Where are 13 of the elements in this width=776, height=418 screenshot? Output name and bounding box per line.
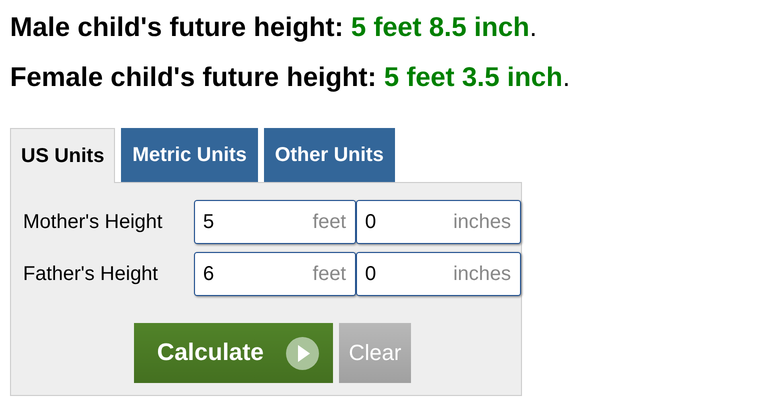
play-icon <box>286 336 319 370</box>
unit-label: inches <box>453 211 511 234</box>
result-line: Male child's future height: 5 feet 8.5 inch. <box>10 11 538 44</box>
calculate-button[interactable]: Calculate <box>134 323 333 383</box>
unit-label: inches <box>453 263 511 286</box>
field-label: Father's Height <box>23 262 159 286</box>
tab[interactable]: Metric Units <box>121 128 258 182</box>
unit-label: feet <box>312 211 346 234</box>
tab[interactable]: Other Units <box>264 128 395 182</box>
result-line: Female child's future height: 5 feet 3.5 inch. <box>10 61 572 94</box>
unit-label: feet <box>312 263 346 286</box>
tab[interactable]: US Units <box>10 128 116 183</box>
field-label: Mother's Height <box>23 210 164 234</box>
